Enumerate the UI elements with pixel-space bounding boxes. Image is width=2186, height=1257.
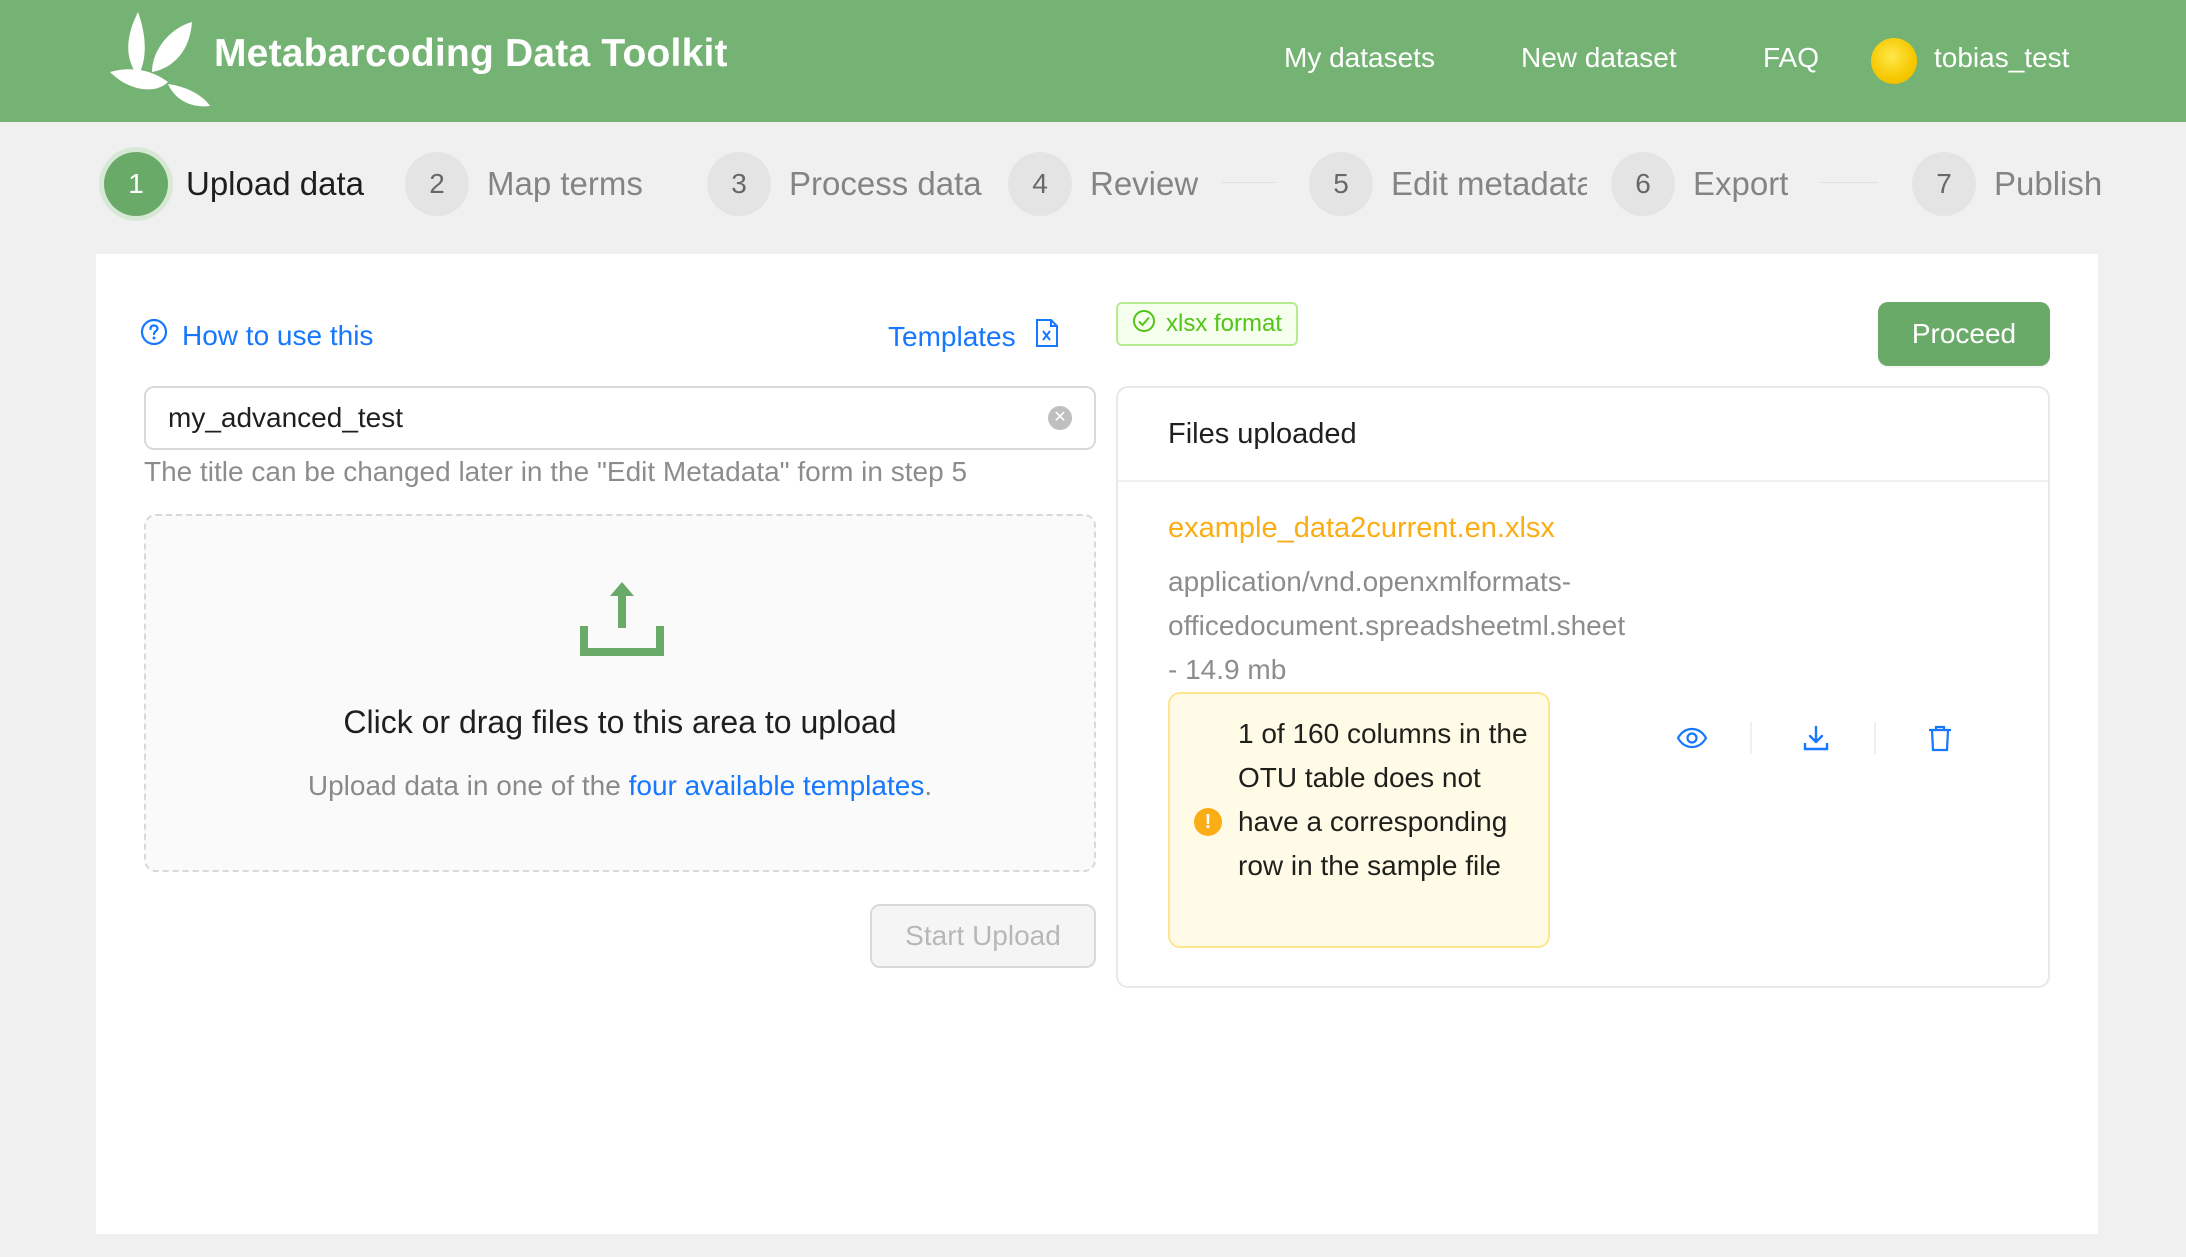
step-label: Map terms — [487, 165, 643, 202]
dropzone-hint: Upload data in one of the four available… — [146, 770, 1094, 802]
how-to-use-link[interactable]: How to use this — [140, 318, 373, 353]
question-circle-icon — [140, 318, 168, 353]
steps-bar: 1 Upload data 2 Map terms 3 Process data… — [0, 122, 2186, 252]
step-number: 2 — [405, 152, 469, 216]
exclamation-circle-icon: ! — [1194, 808, 1222, 836]
files-uploaded-card: Files uploaded example_data2current.en.x… — [1116, 386, 2050, 988]
proceed-button[interactable]: Proceed — [1878, 302, 2050, 366]
title-help-text: The title can be changed later in the "E… — [144, 456, 968, 487]
templates-link[interactable]: Templates — [888, 318, 1060, 355]
file-mime-line2: officedocument.spreadsheetml.sheet — [1168, 610, 1626, 641]
nav-new-dataset[interactable]: New dataset — [1521, 42, 1677, 74]
dataset-title-input[interactable] — [168, 402, 1048, 434]
step-number: 5 — [1309, 152, 1373, 216]
step-number: 4 — [1008, 152, 1072, 216]
step-publish[interactable]: 7 Publish — [1912, 150, 2102, 218]
step-connector — [1222, 182, 1276, 183]
download-icon[interactable] — [1796, 718, 1836, 758]
file-warning-alert: ! 1 of 160 columns in the OTU table does… — [1168, 692, 1550, 948]
file-dropzone[interactable]: Click or drag files to this area to uplo… — [144, 514, 1096, 872]
trash-icon[interactable] — [1920, 718, 1960, 758]
step-number: 1 — [104, 152, 168, 216]
step-number: 6 — [1611, 152, 1675, 216]
dropzone-hint-suffix: . — [924, 770, 933, 801]
uploaded-file-meta: application/vnd.openxmlformats- officedo… — [1168, 560, 1728, 692]
nav-username[interactable]: tobias_test — [1934, 42, 2069, 74]
format-tag-label: xlsx format — [1166, 310, 1283, 337]
nav-faq[interactable]: FAQ — [1763, 42, 1819, 74]
dataset-title-field[interactable]: ✕ — [144, 386, 1096, 450]
dropzone-hint-prefix: Upload data in one of the — [307, 770, 621, 801]
start-upload-button[interactable]: Start Upload — [870, 904, 1096, 968]
templates-hint-link[interactable]: four available templates — [629, 770, 925, 801]
file-warning-text: 1 of 160 columns in the OTU table does n… — [1238, 718, 1528, 881]
step-process-data[interactable]: 3 Process data — [707, 150, 982, 218]
eye-icon[interactable] — [1672, 718, 1712, 758]
step-label: Process data — [789, 165, 982, 202]
file-size: - 14.9 mb — [1168, 654, 1287, 685]
files-uploaded-heading: Files uploaded — [1118, 388, 2048, 482]
step-label: Review — [1090, 165, 1199, 202]
step-number: 3 — [707, 152, 771, 216]
file-mime-line1: application/vnd.openxmlformats- — [1168, 566, 1572, 597]
step-export[interactable]: 6 Export — [1611, 150, 1788, 218]
step-label: Upload data — [186, 165, 364, 202]
check-circle-icon — [1132, 309, 1156, 340]
step-review[interactable]: 4 Review — [1008, 150, 1198, 218]
step-upload-data[interactable]: 1 Upload data — [104, 150, 364, 218]
action-divider — [1750, 722, 1752, 754]
app-header: Metabarcoding Data Toolkit My datasets N… — [0, 0, 2186, 122]
user-avatar-icon[interactable] — [1871, 38, 1917, 84]
action-divider — [1874, 722, 1876, 754]
excel-file-icon[interactable] — [1034, 318, 1060, 355]
format-tag: xlsx format — [1116, 302, 1299, 346]
uploaded-file-name[interactable]: example_data2current.en.xlsx — [1168, 512, 1555, 545]
step-connector — [1820, 182, 1878, 183]
close-circle-icon[interactable]: ✕ — [1048, 406, 1072, 430]
step-map-terms[interactable]: 2 Map terms — [405, 150, 643, 218]
step-edit-metadata[interactable]: 5 Edit metadata — [1309, 150, 1587, 218]
upload-icon — [580, 578, 664, 661]
step-label: Edit metadata — [1391, 165, 1587, 202]
templates-label[interactable]: Templates — [888, 321, 1016, 353]
how-to-use-label[interactable]: How to use this — [182, 320, 373, 352]
dropzone-text: Click or drag files to this area to uplo… — [343, 704, 897, 740]
step-label: Publish — [1994, 165, 2103, 202]
leaf-logo-icon[interactable] — [108, 10, 212, 108]
app-title[interactable]: Metabarcoding Data Toolkit — [214, 32, 728, 76]
nav-my-datasets[interactable]: My datasets — [1284, 42, 1435, 74]
step-label: Export — [1693, 165, 1789, 202]
step-number: 7 — [1912, 152, 1976, 216]
